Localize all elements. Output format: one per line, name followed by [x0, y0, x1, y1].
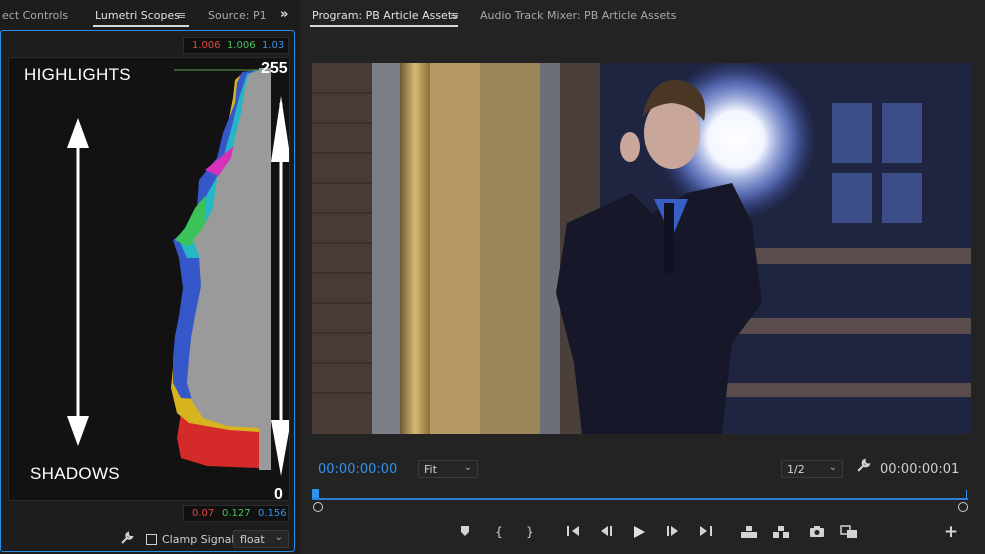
- histogram-gray-fill: [187, 70, 259, 428]
- precision-select[interactable]: float ⌄: [233, 530, 289, 548]
- scale-max-label: 255: [261, 60, 288, 77]
- chevron-down-icon: ⌄: [274, 532, 283, 543]
- program-monitor-panel: Program: PB Article Assets ≡ Audio Track…: [300, 0, 985, 554]
- rgb-readout-bottom: 0.07 0.127 0.156: [183, 505, 289, 522]
- scale-arrow-up-icon: [271, 96, 289, 162]
- hamburger-menu-icon[interactable]: ≡: [450, 9, 459, 22]
- playhead[interactable]: [312, 489, 319, 498]
- step-forward-icon[interactable]: [662, 522, 684, 542]
- in-point-handle[interactable]: [313, 502, 323, 512]
- current-timecode[interactable]: 00:00:00:00: [318, 462, 397, 477]
- duration-timecode: 00:00:00:01: [880, 462, 960, 477]
- chevron-down-icon: ⌄: [463, 462, 472, 473]
- arrow-down-icon: [67, 416, 89, 446]
- readout-bottom-blue: 0.156: [258, 508, 287, 519]
- play-icon[interactable]: [628, 522, 650, 542]
- tab-effect-controls[interactable]: ect Controls: [2, 9, 68, 22]
- timeline-track[interactable]: [312, 498, 968, 500]
- scale-arrow-down-icon: [271, 420, 289, 476]
- histogram-scope: HIGHLIGHTS SHADOWS 255 0: [8, 57, 290, 501]
- chevron-down-icon: ⌄: [828, 462, 837, 473]
- arrow-up-icon: [67, 118, 89, 148]
- lumetri-scopes-panel: ect Controls Lumetri Scopes ≡ Source: P1…: [0, 0, 296, 554]
- readout-top-red: 1.006: [192, 40, 221, 51]
- shadows-label: SHADOWS: [30, 464, 120, 483]
- video-frame-image: [312, 63, 971, 434]
- precision-value: float: [240, 533, 265, 546]
- scope-toolbar: Clamp Signal float ⌄: [0, 528, 296, 552]
- zoom-select[interactable]: Fit ⌄: [418, 460, 478, 478]
- active-tab-underline: [93, 25, 189, 27]
- hamburger-menu-icon[interactable]: ≡: [177, 9, 186, 22]
- timeline-end-tick: [966, 490, 967, 498]
- zoom-value: Fit: [424, 463, 437, 476]
- time-ruler[interactable]: [312, 488, 972, 514]
- transport-controls: { } +: [300, 518, 985, 546]
- wrench-icon[interactable]: [120, 531, 134, 549]
- add-marker-icon[interactable]: [454, 522, 476, 542]
- tab-program[interactable]: Program: PB Article Assets: [312, 9, 458, 22]
- readout-top-green: 1.006: [227, 40, 256, 51]
- active-tab-underline: [310, 25, 458, 27]
- resolution-value: 1/2: [787, 463, 805, 476]
- out-point-handle[interactable]: [958, 502, 968, 512]
- program-video-frame[interactable]: [312, 63, 971, 434]
- highlights-label: HIGHLIGHTS: [24, 65, 131, 84]
- rgb-readout-top: 1.006 1.006 1.03: [183, 37, 289, 54]
- right-tab-bar: Program: PB Article Assets ≡ Audio Track…: [300, 0, 985, 30]
- lift-icon[interactable]: [738, 522, 760, 542]
- add-button-icon[interactable]: +: [940, 522, 962, 542]
- scale-min-label: 0: [274, 486, 283, 501]
- histogram-right-strip: [259, 68, 271, 470]
- extract-icon[interactable]: [770, 522, 792, 542]
- go-to-out-icon[interactable]: [695, 522, 717, 542]
- mark-out-icon[interactable]: }: [519, 522, 541, 542]
- readout-bottom-green: 0.127: [222, 508, 251, 519]
- comparison-view-icon[interactable]: [838, 522, 860, 542]
- histogram-graph: [67, 68, 289, 476]
- left-tab-bar: ect Controls Lumetri Scopes ≡ Source: P1…: [0, 0, 296, 30]
- double-chevron-right-icon[interactable]: »: [280, 7, 288, 22]
- readout-top-blue: 1.03: [262, 40, 285, 51]
- settings-wrench-icon[interactable]: [856, 458, 871, 477]
- tab-audio-track-mixer[interactable]: Audio Track Mixer: PB Article Assets: [480, 9, 676, 22]
- readout-bottom-red: 0.07: [192, 508, 215, 519]
- tab-lumetri-scopes[interactable]: Lumetri Scopes: [95, 9, 180, 22]
- resolution-select[interactable]: 1/2 ⌄: [781, 460, 843, 478]
- clamp-signal-label: Clamp Signal: [162, 533, 235, 546]
- tab-source[interactable]: Source: P1: [208, 9, 267, 22]
- export-frame-icon[interactable]: [806, 522, 828, 542]
- mark-in-icon[interactable]: {: [488, 522, 510, 542]
- step-back-icon[interactable]: [595, 522, 617, 542]
- clamp-signal-checkbox[interactable]: [146, 534, 157, 545]
- go-to-in-icon[interactable]: [562, 522, 584, 542]
